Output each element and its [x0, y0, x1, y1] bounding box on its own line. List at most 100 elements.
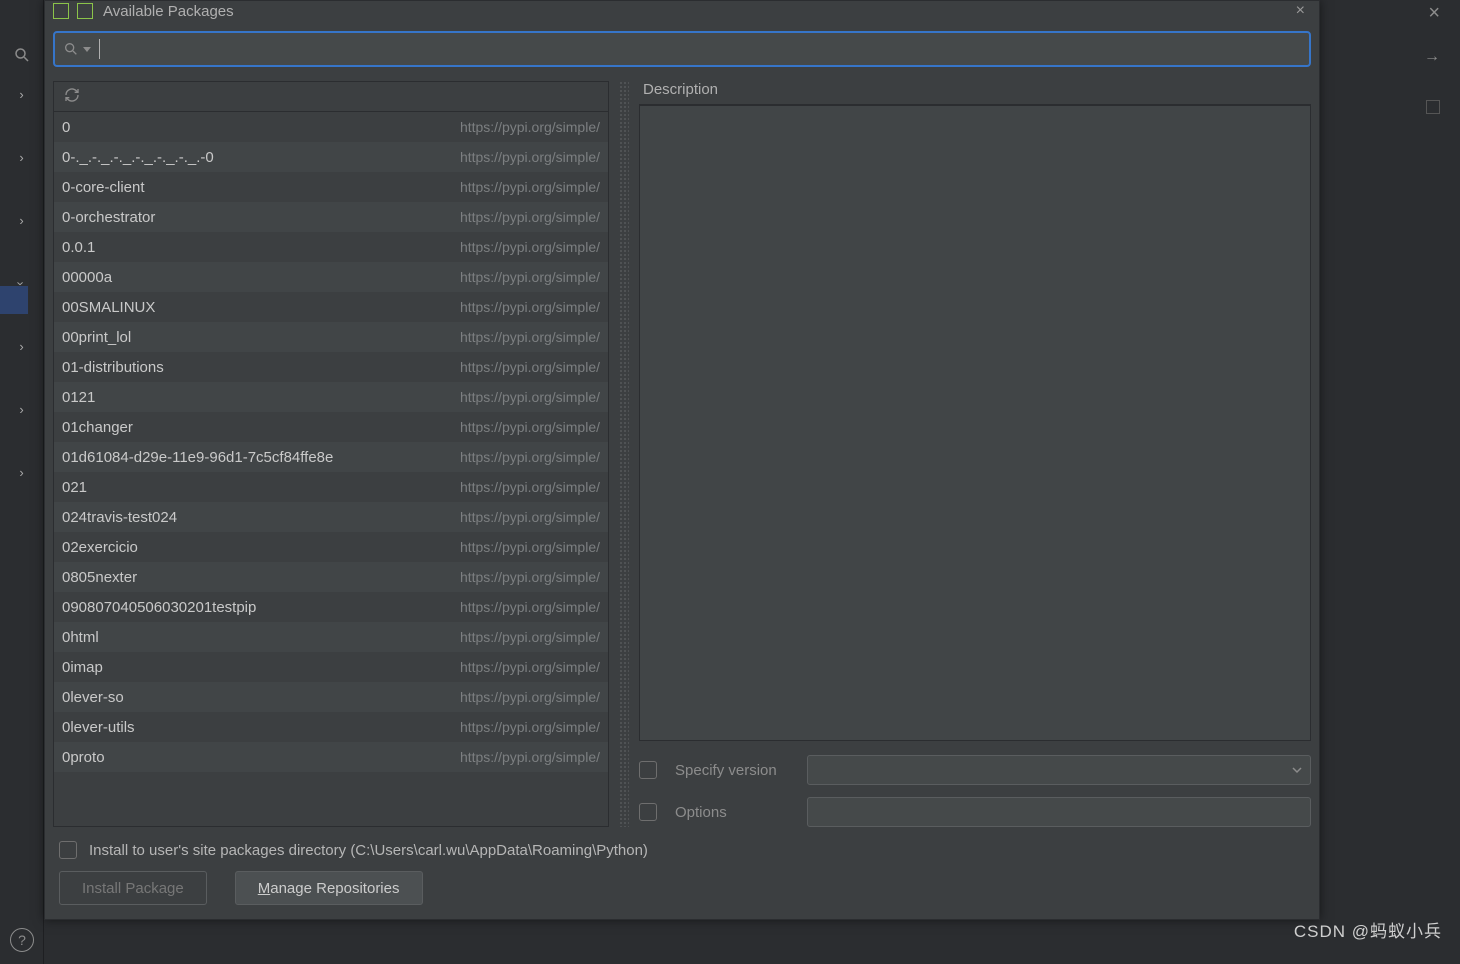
refresh-icon[interactable] [64, 87, 80, 106]
package-row[interactable]: 0html https://pypi.org/simple/ [54, 622, 608, 652]
package-repo: https://pypi.org/simple/ [460, 749, 600, 765]
close-icon[interactable]: × [1290, 0, 1311, 22]
package-name: 090807040506030201testpip [62, 599, 452, 616]
package-row[interactable]: 0lever-utils https://pypi.org/simple/ [54, 712, 608, 742]
install-user-checkbox[interactable] [59, 841, 77, 859]
chevron-right-icon[interactable]: › [19, 339, 23, 354]
specify-version-checkbox[interactable] [639, 761, 657, 779]
package-row[interactable]: 090807040506030201testpiphttps://pypi.or… [54, 592, 608, 622]
package-row[interactable]: 0lever-sohttps://pypi.org/simple/ [54, 682, 608, 712]
package-row[interactable]: 0.0.1 https://pypi.org/simple/ [54, 232, 608, 262]
package-name: 0html [62, 629, 452, 646]
ide-right-gutter: × → [1320, 0, 1460, 964]
watermark: CSDN @蚂蚁小兵 [1294, 917, 1442, 942]
text-caret [99, 39, 100, 59]
package-name: 02exercicio [62, 539, 452, 556]
options-row: Options [639, 797, 1311, 827]
package-name: 0proto [62, 749, 452, 766]
chevron-right-icon[interactable]: › [19, 87, 23, 102]
ide-left-gutter: › › › › › › › [0, 0, 44, 964]
tree-arrows: › › › › › › › [19, 87, 23, 480]
package-repo: https://pypi.org/simple/ [460, 569, 600, 585]
tree-selection-highlight [0, 286, 28, 314]
bookmark-icon [1426, 100, 1440, 114]
options-checkbox[interactable] [639, 803, 657, 821]
package-repo: https://pypi.org/simple/ [460, 509, 600, 525]
chevron-right-icon[interactable]: › [19, 213, 23, 228]
package-name: 00000a [62, 269, 452, 286]
chevron-right-icon[interactable]: › [19, 402, 23, 417]
package-name: 01d61084-d29e-11e9-96d1-7c5cf84ffe8e [62, 449, 452, 466]
package-row[interactable]: 00SMALINUX https://pypi.org/simple/ [54, 292, 608, 322]
package-name: 021 [62, 479, 452, 496]
package-row[interactable]: 021 https://pypi.org/simple/ [54, 472, 608, 502]
arrow-right-icon[interactable]: → [1424, 48, 1440, 66]
package-repo: https://pypi.org/simple/ [460, 539, 600, 555]
search-options-dropdown-icon[interactable] [83, 47, 91, 52]
mnemonic-letter: M [258, 880, 271, 897]
package-name: 00SMALINUX [62, 299, 452, 316]
package-row[interactable]: 0805nexter https://pypi.org/simple/ [54, 562, 608, 592]
window-close-icon[interactable]: × [1428, 2, 1440, 25]
search-icon [63, 41, 79, 57]
package-repo: https://pypi.org/simple/ [460, 299, 600, 315]
app-icon [77, 3, 93, 19]
install-user-label: Install to user's site packages director… [89, 842, 648, 859]
package-list[interactable]: 0https://pypi.org/simple/0-._.-._.-._.-.… [54, 112, 608, 826]
package-repo: https://pypi.org/simple/ [460, 359, 600, 375]
package-row[interactable]: 00000ahttps://pypi.org/simple/ [54, 262, 608, 292]
available-packages-dialog: Available Packages × 0https://pypi.org/s… [44, 0, 1320, 920]
package-row[interactable]: 0-._.-._.-._.-._.-._.-._.-0https://pypi.… [54, 142, 608, 172]
package-row[interactable]: 02exercicio https://pypi.org/simple/ [54, 532, 608, 562]
package-repo: https://pypi.org/simple/ [460, 479, 600, 495]
options-input[interactable] [807, 797, 1311, 827]
package-name: 0-._.-._.-._.-._.-._.-._.-0 [62, 149, 452, 166]
package-name: 0imap [62, 659, 452, 676]
version-combo[interactable] [807, 755, 1311, 785]
package-row[interactable]: 01d61084-d29e-11e9-96d1-7c5cf84ffe8ehttp… [54, 442, 608, 472]
package-row[interactable]: 0imaphttps://pypi.org/simple/ [54, 652, 608, 682]
chevron-right-icon[interactable]: › [19, 465, 23, 480]
splitter[interactable] [619, 81, 629, 827]
package-repo: https://pypi.org/simple/ [460, 719, 600, 735]
package-name: 0.0.1 [62, 239, 452, 256]
package-search-field[interactable] [53, 31, 1311, 67]
description-label: Description [639, 81, 1311, 105]
package-name: 01changer [62, 419, 452, 436]
manage-repositories-label: anage Repositories [270, 880, 399, 897]
description-body [639, 105, 1311, 741]
dialog-button-row: Install Package Manage Repositories [45, 871, 1319, 919]
dialog-titlebar: Available Packages × [45, 1, 1319, 21]
package-name: 0lever-utils [62, 719, 452, 736]
package-repo: https://pypi.org/simple/ [460, 629, 600, 645]
package-name: 0 [62, 119, 452, 136]
package-name: 0lever-so [62, 689, 452, 706]
manage-repositories-button[interactable]: Manage Repositories [235, 871, 423, 905]
package-repo: https://pypi.org/simple/ [460, 239, 600, 255]
package-row[interactable]: 0proto https://pypi.org/simple/ [54, 742, 608, 772]
package-row[interactable]: 0-core-client https://pypi.org/simple/ [54, 172, 608, 202]
package-row[interactable]: 0https://pypi.org/simple/ [54, 112, 608, 142]
package-row[interactable]: 0-orchestratorhttps://pypi.org/simple/ [54, 202, 608, 232]
description-panel: Description Specify version Options [639, 81, 1311, 827]
package-row[interactable]: 0121https://pypi.org/simple/ [54, 382, 608, 412]
package-row[interactable]: 024travis-test024https://pypi.org/simple… [54, 502, 608, 532]
package-name: 0805nexter [62, 569, 452, 586]
package-repo: https://pypi.org/simple/ [460, 179, 600, 195]
ide-search-icon[interactable] [13, 46, 31, 67]
package-name: 0-core-client [62, 179, 452, 196]
search-input[interactable] [106, 41, 1301, 58]
install-user-row: Install to user's site packages director… [45, 835, 1319, 871]
package-name: 01-distributions [62, 359, 452, 376]
package-name: 00print_lol [62, 329, 452, 346]
chevron-right-icon[interactable]: › [19, 150, 23, 165]
install-package-button[interactable]: Install Package [59, 871, 207, 905]
package-repo: https://pypi.org/simple/ [460, 389, 600, 405]
package-row[interactable]: 01changerhttps://pypi.org/simple/ [54, 412, 608, 442]
specify-version-label: Specify version [675, 762, 789, 779]
package-row[interactable]: 00print_lolhttps://pypi.org/simple/ [54, 322, 608, 352]
specify-version-row: Specify version [639, 755, 1311, 785]
package-name: 0-orchestrator [62, 209, 452, 226]
help-icon[interactable]: ? [10, 928, 34, 952]
package-row[interactable]: 01-distributions https://pypi.org/simple/ [54, 352, 608, 382]
